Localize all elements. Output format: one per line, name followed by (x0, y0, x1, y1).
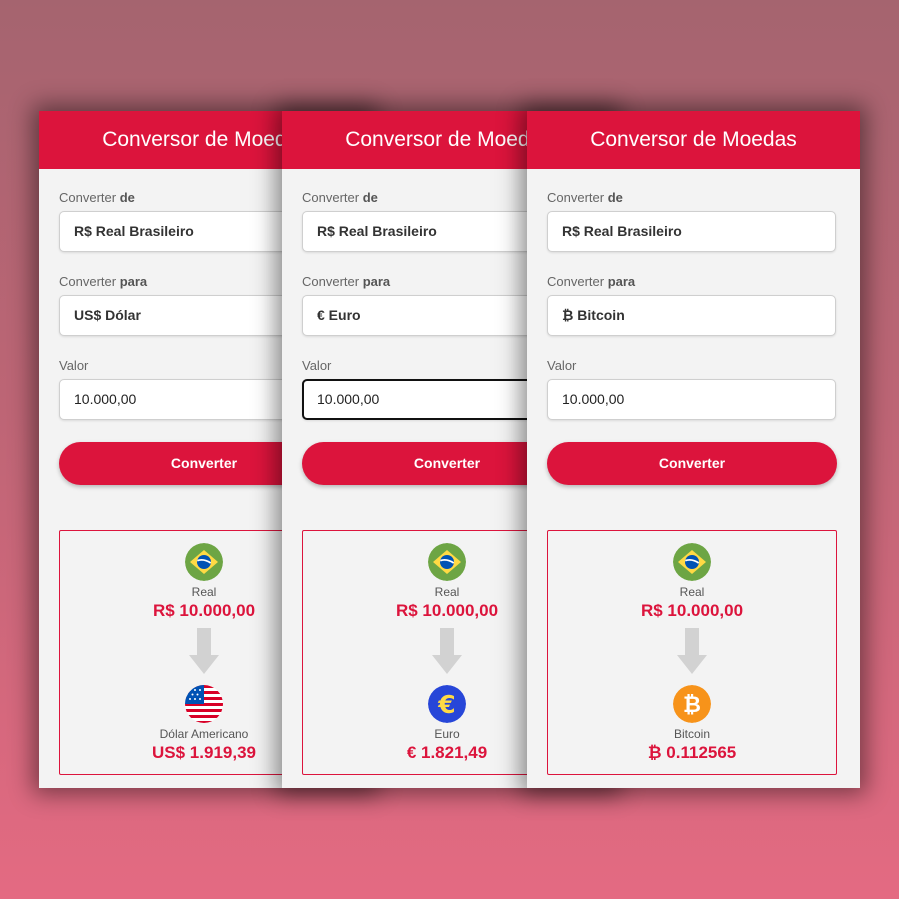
from-currency-select[interactable]: R$ Real Brasileiro (547, 211, 836, 252)
from-label: Converter de (547, 190, 623, 205)
to-label: Converter para (59, 274, 148, 289)
svg-text:€: € (437, 690, 455, 719)
from-amount: R$ 10.000,00 (640, 601, 744, 620)
arrow-down-icon (432, 628, 462, 674)
converter-card-bitcoin: Conversor de Moedas Converter de R$ Real… (527, 111, 860, 788)
euro-icon: € (428, 685, 466, 723)
amount-label: Valor (547, 358, 577, 373)
arrow-down-icon (677, 628, 707, 674)
amount-label: Valor (59, 358, 89, 373)
card-title: Conversor de Moedas (527, 111, 860, 169)
result-panel: Real R$ 10.000,00 ₿ Bitcoin ₿ 0.112565 (547, 530, 837, 775)
to-currency-select[interactable]: ₿ Bitcoin (547, 295, 836, 336)
from-label: Converter de (59, 190, 135, 205)
brazil-flag-icon (185, 543, 223, 581)
to-amount: ₿ 0.112565 (647, 743, 737, 762)
amount-input[interactable]: 10.000,00 (547, 379, 836, 420)
to-label: Converter para (547, 274, 636, 289)
usa-flag-icon (185, 685, 223, 723)
amount-label: Valor (302, 358, 332, 373)
svg-text:₿: ₿ (683, 693, 701, 718)
arrow-down-icon (189, 628, 219, 674)
brazil-flag-icon (428, 543, 466, 581)
to-label: Converter para (302, 274, 391, 289)
to-currency-name: Bitcoin (673, 727, 711, 741)
from-label: Converter de (302, 190, 378, 205)
brazil-flag-icon (673, 543, 711, 581)
bitcoin-icon: ₿ (673, 685, 711, 723)
from-currency-name: Real (679, 585, 705, 599)
convert-button[interactable]: Converter (547, 442, 837, 485)
